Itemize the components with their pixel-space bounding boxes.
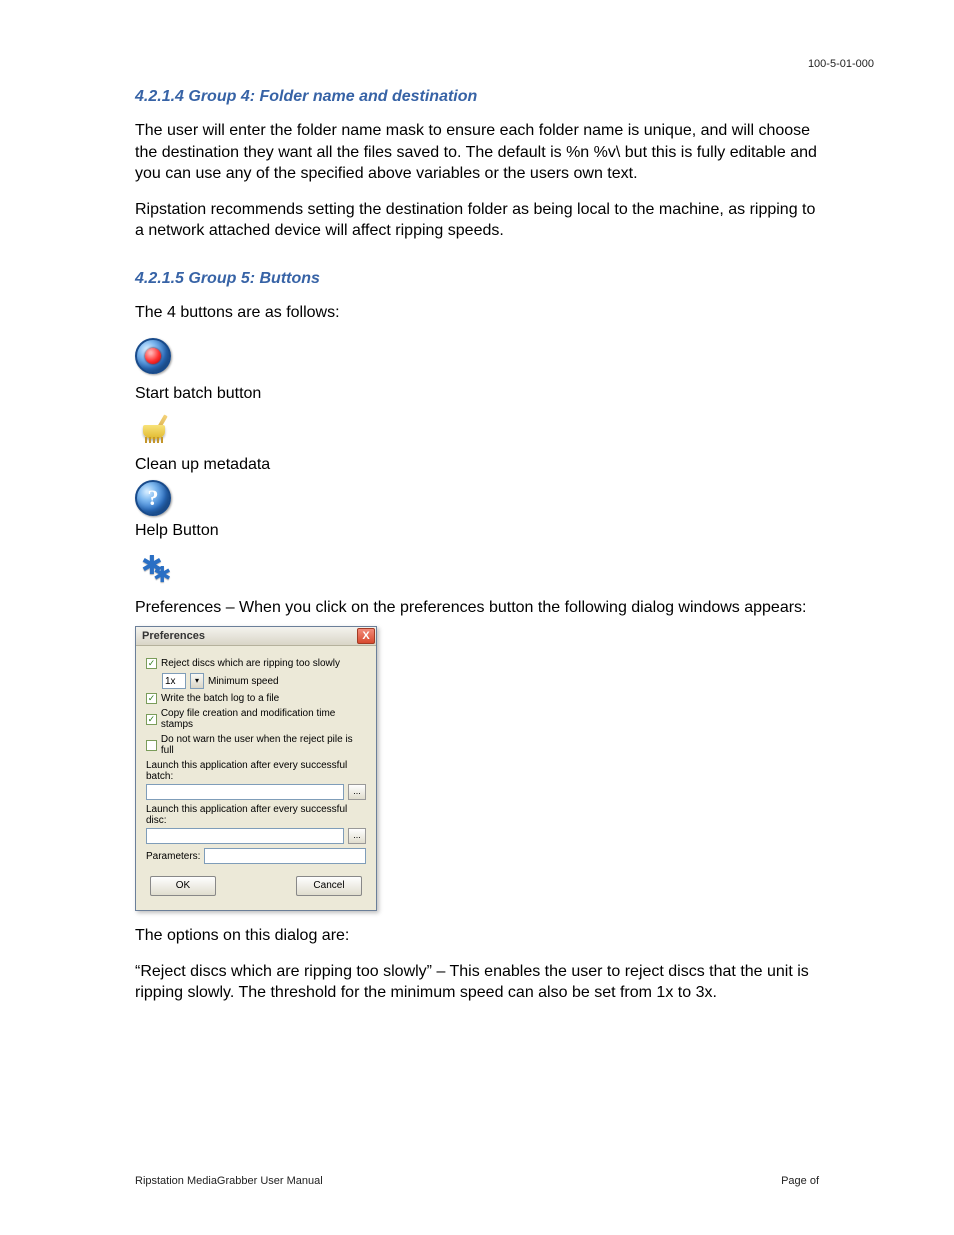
launch-after-disc-row: ...: [146, 828, 366, 844]
minimum-speed-row: 1x ▾ Minimum speed: [162, 673, 366, 689]
launch-after-batch-row: ...: [146, 784, 366, 800]
launch-after-disc-input[interactable]: [146, 828, 344, 844]
paragraph-group5-intro: The 4 buttons are as follows:: [135, 302, 819, 324]
start-batch-caption: Start batch button: [135, 385, 819, 403]
footer-manual-title: Ripstation MediaGrabber User Manual: [135, 1175, 323, 1187]
page-footer: Ripstation MediaGrabber User Manual Page…: [135, 1175, 819, 1187]
launch-after-batch-label: Launch this application after every succ…: [146, 760, 366, 782]
ok-button[interactable]: OK: [150, 876, 216, 896]
minimum-speed-value[interactable]: 1x: [162, 673, 186, 689]
help-button-icon: ?: [135, 480, 819, 520]
reject-discs-label: Reject discs which are ripping too slowl…: [161, 658, 340, 669]
preferences-button-icon: ✱✱: [135, 550, 819, 595]
browse-disc-button[interactable]: ...: [348, 828, 366, 844]
browse-batch-button[interactable]: ...: [348, 784, 366, 800]
start-batch-button-icon: [135, 338, 819, 383]
reject-discs-row: ✓ Reject discs which are ripping too slo…: [146, 658, 366, 669]
footer-page-number: Page of: [781, 1175, 819, 1187]
record-icon: [135, 338, 171, 374]
dialog-title-text: Preferences: [142, 630, 205, 642]
minimum-speed-label: Minimum speed: [208, 676, 279, 687]
cleanup-caption: Clean up metadata: [135, 456, 819, 474]
heading-group5: 4.2.1.5 Group 5: Buttons: [135, 270, 819, 288]
heading-group4: 4.2.1.4 Group 4: Folder name and destina…: [135, 88, 819, 106]
page-content: 4.2.1.4 Group 4: Folder name and destina…: [0, 0, 954, 1058]
dialog-button-row: OK Cancel: [146, 876, 366, 900]
write-batch-log-label: Write the batch log to a file: [161, 693, 279, 704]
paragraph-group4-1: The user will enter the folder name mask…: [135, 120, 819, 185]
write-batch-log-row: ✓ Write the batch log to a file: [146, 693, 366, 704]
reject-option-description: “Reject discs which are ripping too slow…: [135, 961, 819, 1004]
broom-icon: [135, 409, 175, 449]
parameters-input[interactable]: [204, 848, 366, 864]
copy-timestamps-checkbox[interactable]: ✓: [146, 714, 157, 725]
copy-timestamps-label: Copy file creation and modification time…: [161, 708, 366, 730]
reject-discs-checkbox[interactable]: ✓: [146, 658, 157, 669]
preferences-caption: Preferences – When you click on the pref…: [135, 597, 819, 619]
close-icon[interactable]: X: [357, 628, 375, 644]
document-id: 100-5-01-000: [808, 58, 874, 70]
no-warn-reject-label: Do not warn the user when the reject pil…: [161, 734, 366, 756]
launch-after-disc-label: Launch this application after every succ…: [146, 804, 366, 826]
launch-after-batch-input[interactable]: [146, 784, 344, 800]
parameters-label: Parameters:: [146, 851, 200, 862]
dialog-titlebar: Preferences X: [136, 627, 376, 646]
no-warn-reject-checkbox[interactable]: ✓: [146, 740, 157, 751]
question-mark-icon: ?: [135, 480, 171, 516]
options-intro: The options on this dialog are:: [135, 925, 819, 947]
cleanup-metadata-icon: [135, 409, 819, 454]
no-warn-reject-row: ✓ Do not warn the user when the reject p…: [146, 734, 366, 756]
copy-timestamps-row: ✓ Copy file creation and modification ti…: [146, 708, 366, 730]
snowflake-icon: ✱✱: [135, 550, 179, 590]
write-batch-log-checkbox[interactable]: ✓: [146, 693, 157, 704]
chevron-down-icon[interactable]: ▾: [190, 673, 204, 689]
dialog-body: ✓ Reject discs which are ripping too slo…: [136, 646, 376, 910]
parameters-row: Parameters:: [146, 848, 366, 864]
paragraph-group4-2: Ripstation recommends setting the destin…: [135, 199, 819, 242]
help-caption: Help Button: [135, 522, 819, 540]
preferences-dialog: Preferences X ✓ Reject discs which are r…: [135, 626, 377, 911]
cancel-button[interactable]: Cancel: [296, 876, 362, 896]
